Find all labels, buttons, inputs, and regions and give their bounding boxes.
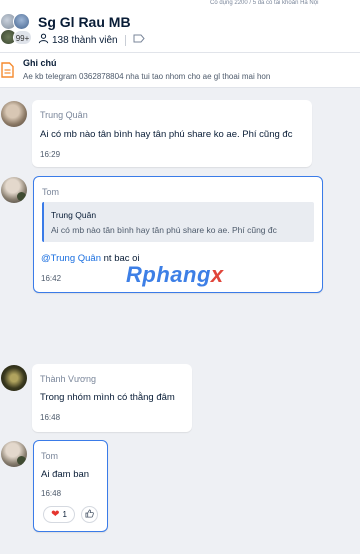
message-time: 16:42	[41, 274, 62, 283]
quoted-message[interactable]: Trung Quân Ai có mb nào tân bình hay tân…	[42, 202, 314, 242]
message-bubble[interactable]: Thành Vương Trong nhóm mình có thằng đâm…	[32, 364, 192, 432]
reaction-count: 1	[62, 510, 67, 519]
reaction-count-button[interactable]: ❤ 1	[43, 506, 75, 523]
member-avatar	[13, 13, 30, 30]
sender-name: Tom	[42, 187, 60, 197]
heart-icon: ❤	[51, 509, 60, 520]
message-text: Trong nhóm mình có thằng đâm	[40, 392, 175, 403]
quote-sender: Trung Quân	[51, 210, 97, 220]
member-count: 138 thành viên	[52, 34, 118, 46]
top-strip-text: Có dụng 2200 / 5 đã có tài khoản Hà Nội	[210, 0, 319, 6]
note-icon	[1, 62, 14, 83]
message-text: @Trung Quân nt bac oi	[41, 253, 140, 264]
mention-link[interactable]: @Trung Quân	[41, 253, 101, 264]
message-time: 16:48	[41, 489, 62, 498]
watermark-text: Rphang	[126, 262, 211, 287]
pinned-note[interactable]: Ghi chú Ae kb telegram 0362878804 nha tu…	[0, 53, 360, 88]
like-button[interactable]	[81, 506, 98, 523]
divider	[124, 34, 126, 46]
watermark: Rphangx	[126, 262, 224, 288]
like-icon	[85, 509, 94, 520]
message-bubble[interactable]: Tom Ai đam ban 16:48 ❤ 1	[33, 440, 108, 532]
people-icon	[38, 33, 52, 47]
message-bubble[interactable]: Trung Quân Ai có mb nào tân bình hay tân…	[32, 100, 312, 167]
member-info[interactable]: 138 thành viên	[38, 33, 148, 47]
avatar-overflow-count: 99+	[13, 30, 32, 45]
sender-name: Trung Quân	[40, 110, 88, 120]
tag-icon[interactable]	[133, 34, 148, 46]
group-title[interactable]: Sg Gl Rau MB	[38, 14, 131, 30]
chat-header: Có dụng 2200 / 5 đã có tài khoản Hà Nội …	[0, 0, 360, 53]
message-text: Ai đam ban	[41, 469, 90, 480]
group-avatar[interactable]: 99+	[0, 13, 32, 45]
avatar[interactable]	[1, 177, 27, 203]
message-text: Ai có mb nào tân bình hay tân phú share …	[40, 129, 293, 140]
sender-name: Thành Vương	[40, 374, 96, 384]
pinned-note-title: Ghi chú	[23, 58, 57, 68]
pinned-note-text: Ae kb telegram 0362878804 nha tui tao nh…	[23, 72, 271, 81]
quote-text: Ai có mb nào tân bình hay tân phú share …	[51, 225, 277, 235]
avatar[interactable]	[1, 101, 27, 127]
message-time: 16:48	[40, 413, 61, 422]
avatar[interactable]	[1, 365, 27, 391]
watermark-text: x	[210, 262, 224, 287]
message-time: 16:29	[40, 150, 61, 159]
avatar[interactable]	[1, 441, 27, 467]
sender-name: Tom	[41, 451, 59, 461]
